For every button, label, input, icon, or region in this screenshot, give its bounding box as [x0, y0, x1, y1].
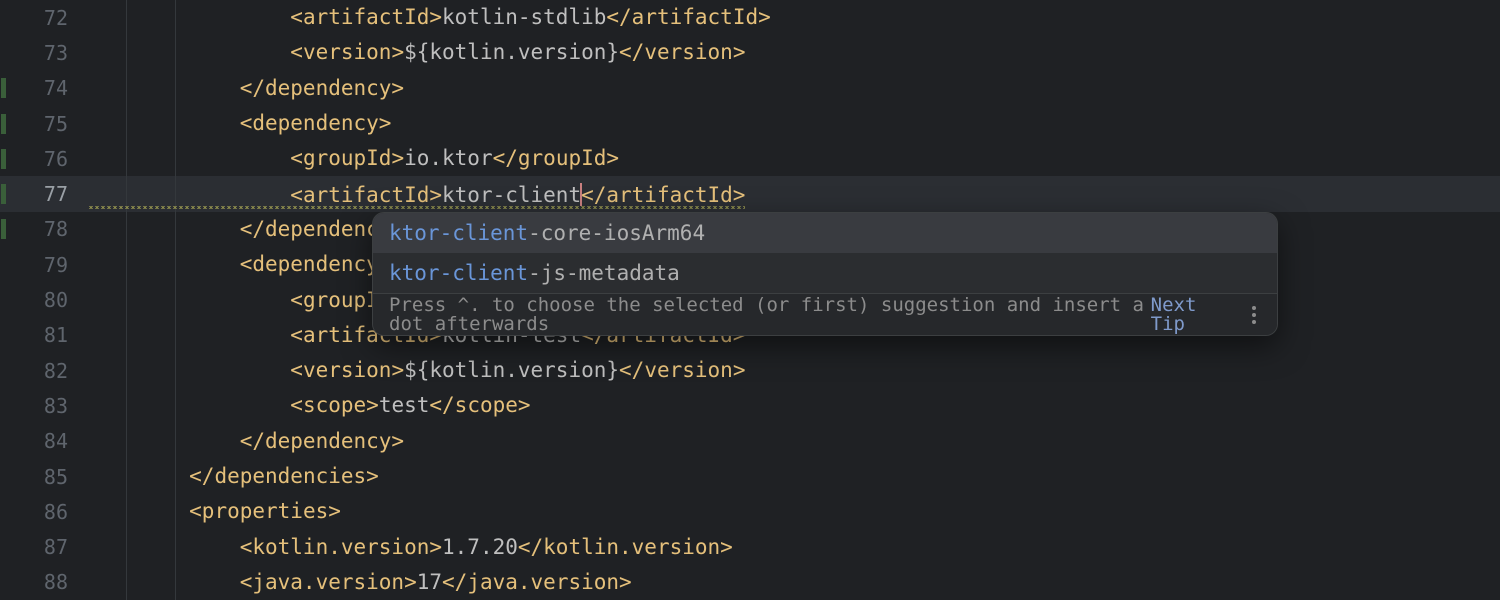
change-marker [1, 78, 6, 98]
code-content: <version>${kotlin.version}</version> [88, 360, 1500, 381]
line-number: 85 [0, 467, 88, 487]
code-content: <version>${kotlin.version}</version> [88, 42, 1500, 63]
code-line[interactable]: 84 </dependency> [0, 424, 1500, 459]
code-content: <artifactId>kotlin-stdlib</artifactId> [88, 7, 1500, 28]
code-line[interactable]: 75 <dependency> [0, 106, 1500, 141]
code-line[interactable]: 88 <java.version>17</java.version> [0, 565, 1500, 600]
code-content: <scope>test</scope> [88, 395, 1500, 416]
line-number: 80 [0, 290, 88, 310]
line-number: 86 [0, 502, 88, 522]
line-number: 74 [0, 78, 88, 98]
code-content: <artifactId>ktor-client</artifactId> [88, 183, 1500, 206]
line-number: 77 [0, 184, 88, 204]
code-content: <groupId>io.ktor</groupId> [88, 148, 1500, 169]
line-number: 81 [0, 325, 88, 345]
code-line[interactable]: 77 <artifactId>ktor-client</artifactId> [0, 176, 1500, 211]
code-line[interactable]: 87 <kotlin.version>1.7.20</kotlin.versio… [0, 529, 1500, 564]
completion-footer: Press ^. to choose the selected (or firs… [373, 293, 1277, 335]
change-marker [1, 184, 6, 204]
line-number: 76 [0, 149, 88, 169]
code-line[interactable]: 82 <version>${kotlin.version}</version> [0, 353, 1500, 388]
completion-popup: ktor-client-core-iosArm64ktor-client-js-… [372, 212, 1278, 336]
code-content: </dependency> [88, 431, 1500, 452]
code-content: <properties> [88, 501, 1500, 522]
code-line[interactable]: 85 </dependencies> [0, 459, 1500, 494]
code-line[interactable]: 73 <version>${kotlin.version}</version> [0, 35, 1500, 70]
line-number: 79 [0, 255, 88, 275]
code-line[interactable]: 86 <properties> [0, 494, 1500, 529]
code-line[interactable]: 76 <groupId>io.ktor</groupId> [0, 141, 1500, 176]
code-editor[interactable]: 72 <artifactId>kotlin-stdlib</artifactId… [0, 0, 1500, 600]
line-number: 82 [0, 361, 88, 381]
line-number: 75 [0, 114, 88, 134]
line-number: 88 [0, 572, 88, 592]
completion-item[interactable]: ktor-client-js-metadata [373, 253, 1277, 293]
line-number: 84 [0, 431, 88, 451]
change-marker [1, 114, 6, 134]
line-number: 83 [0, 396, 88, 416]
code-content: <kotlin.version>1.7.20</kotlin.version> [88, 537, 1500, 558]
line-number: 72 [0, 8, 88, 28]
change-marker [1, 219, 6, 239]
line-number: 87 [0, 537, 88, 557]
more-options-icon[interactable] [1248, 306, 1261, 324]
change-marker [1, 149, 6, 169]
code-content: <java.version>17</java.version> [88, 572, 1500, 593]
next-tip-link[interactable]: Next Tip [1151, 296, 1226, 334]
code-content: <dependency> [88, 113, 1500, 134]
code-content: </dependency> [88, 78, 1500, 99]
code-line[interactable]: 74 </dependency> [0, 71, 1500, 106]
line-number: 78 [0, 219, 88, 239]
completion-hint-text: Press ^. to choose the selected (or firs… [389, 296, 1151, 334]
code-line[interactable]: 72 <artifactId>kotlin-stdlib</artifactId… [0, 0, 1500, 35]
code-content: </dependencies> [88, 466, 1500, 487]
completion-item[interactable]: ktor-client-core-iosArm64 [373, 213, 1277, 253]
line-number: 73 [0, 43, 88, 63]
code-line[interactable]: 83 <scope>test</scope> [0, 388, 1500, 423]
